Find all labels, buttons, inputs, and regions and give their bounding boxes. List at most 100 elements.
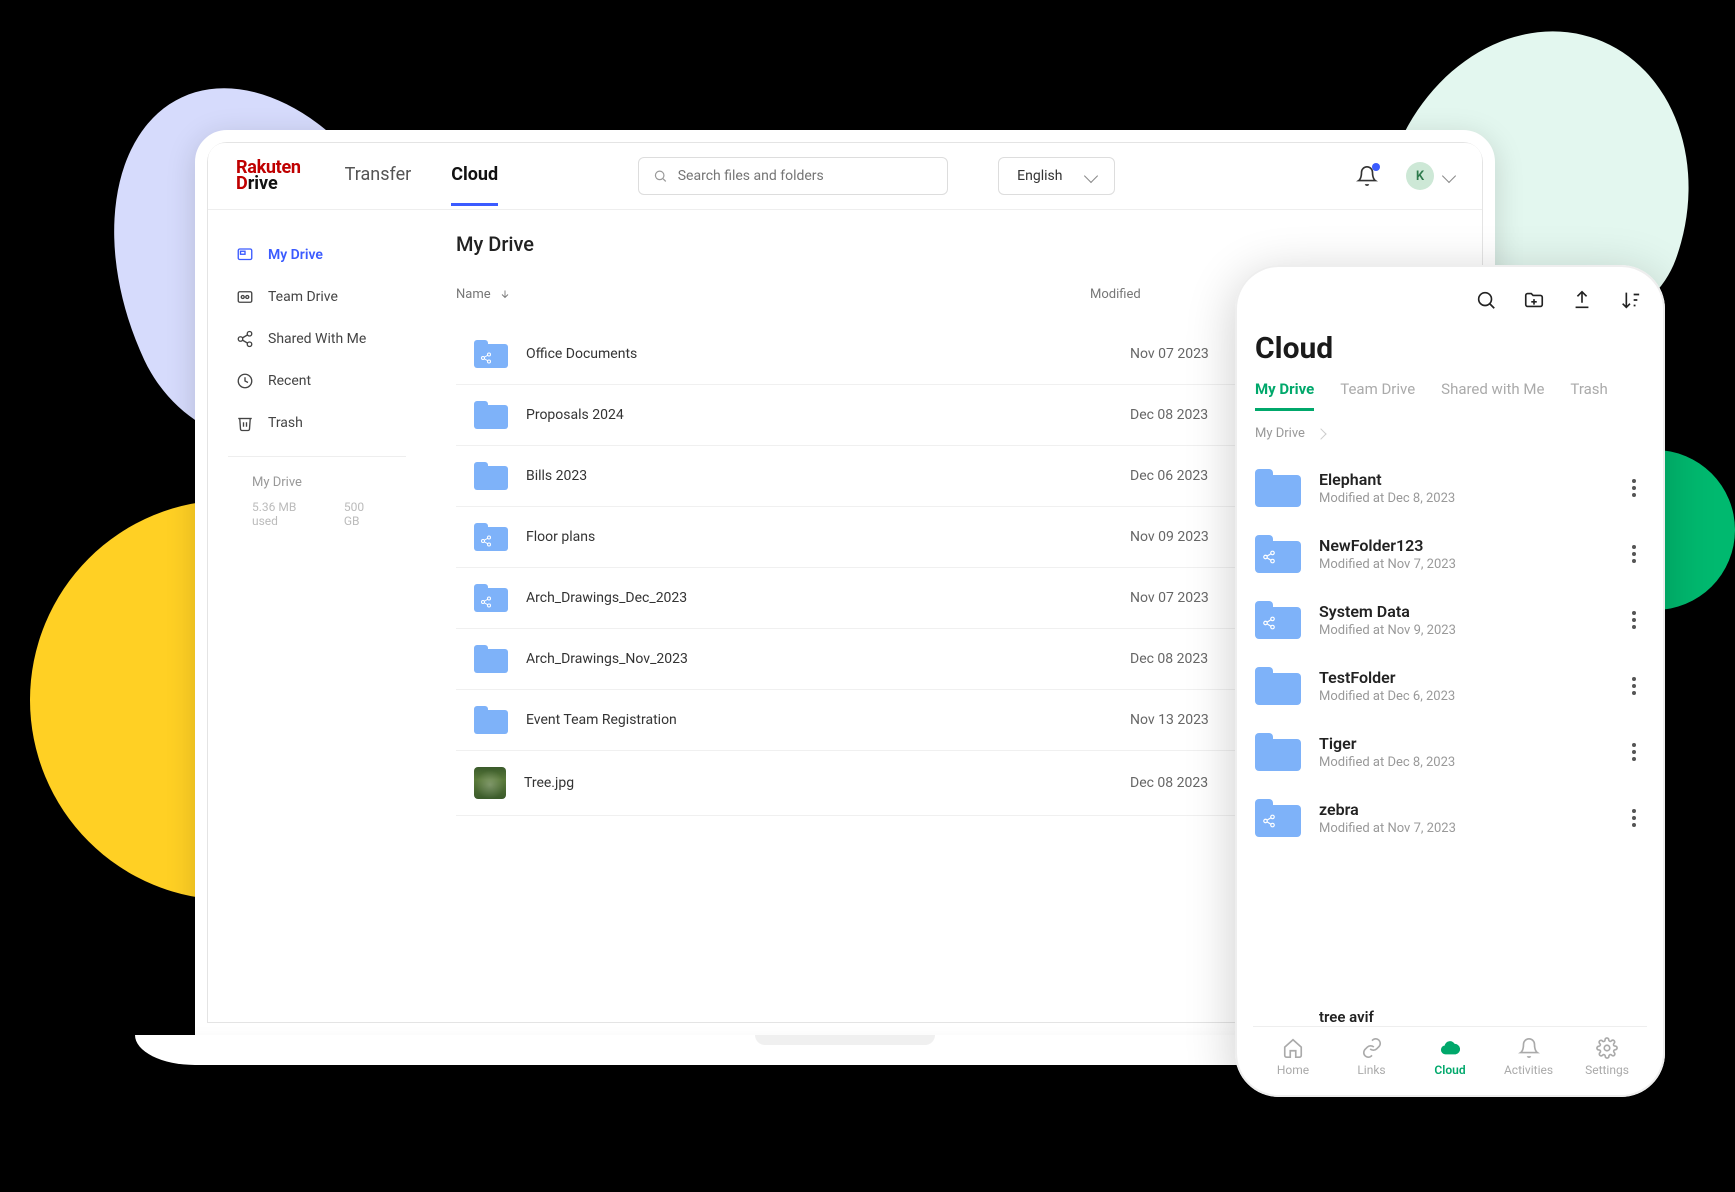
storage-used: 5.36 MB used xyxy=(252,500,324,528)
sidebar-item-my-drive[interactable]: My Drive xyxy=(208,234,426,276)
storage-total: 500 GB xyxy=(344,500,382,528)
folder-icon xyxy=(1255,601,1301,639)
phone-mockup: Cloud My Drive Team Drive Shared with Me… xyxy=(1235,265,1665,1097)
sidebar-item-shared[interactable]: Shared With Me xyxy=(208,318,426,360)
toolbar-sort-button[interactable] xyxy=(1619,289,1641,311)
more-button[interactable] xyxy=(1623,477,1645,499)
file-name: Event Team Registration xyxy=(526,712,677,728)
desktop-sidebar: My Drive Team Drive Shared With Me Recen… xyxy=(208,210,426,1022)
sidebar-item-label: My Drive xyxy=(268,247,323,263)
phone-file-row[interactable]: zebra Modified at Nov 7, 2023 xyxy=(1253,785,1647,851)
folder-icon xyxy=(1255,667,1301,705)
folder-icon xyxy=(474,706,508,734)
nav-links[interactable]: Links xyxy=(1342,1037,1402,1077)
phone-file-row[interactable]: Elephant Modified at Dec 8, 2023 xyxy=(1253,455,1647,521)
gear-icon xyxy=(1596,1037,1618,1059)
file-name: Tiger xyxy=(1319,734,1605,753)
desktop-nav-tabs: Transfer Cloud xyxy=(345,164,498,188)
file-name: TestFolder xyxy=(1319,668,1605,687)
file-name: System Data xyxy=(1319,602,1605,621)
link-icon xyxy=(1361,1037,1383,1059)
file-name: Tree.jpg xyxy=(524,775,574,791)
nav-home[interactable]: Home xyxy=(1263,1037,1323,1077)
image-thumbnail xyxy=(474,767,506,799)
sort-arrow-icon xyxy=(499,288,511,300)
sidebar-item-recent[interactable]: Recent xyxy=(208,360,426,402)
upload-icon xyxy=(1571,289,1593,311)
nav-settings[interactable]: Settings xyxy=(1577,1037,1637,1077)
file-modified: Modified at Dec 6, 2023 xyxy=(1319,689,1605,704)
folder-icon xyxy=(474,645,508,673)
phone-file-list: Elephant Modified at Dec 8, 2023 NewFold… xyxy=(1253,455,1647,1008)
user-menu[interactable]: K xyxy=(1406,162,1454,190)
file-modified: Modified at Nov 7, 2023 xyxy=(1319,821,1605,836)
language-select[interactable]: English xyxy=(998,157,1115,195)
chevron-down-icon xyxy=(1084,169,1098,183)
home-icon xyxy=(1282,1037,1304,1059)
column-name[interactable]: Name xyxy=(456,287,1090,302)
team-icon xyxy=(236,288,254,306)
file-name: zebra xyxy=(1319,800,1605,819)
sidebar-item-label: Team Drive xyxy=(268,289,338,305)
more-button[interactable] xyxy=(1623,741,1645,763)
phone-tabs: My Drive Team Drive Shared with Me Trash xyxy=(1253,380,1647,412)
toolbar-newfolder-button[interactable] xyxy=(1523,289,1545,311)
logo-bottom: Drive xyxy=(236,175,301,193)
search-field[interactable] xyxy=(638,157,948,195)
more-button[interactable] xyxy=(1623,675,1645,697)
phone-file-row[interactable]: System Data Modified at Nov 9, 2023 xyxy=(1253,587,1647,653)
file-modified: Modified at Dec 8, 2023 xyxy=(1319,491,1605,506)
search-icon xyxy=(1475,289,1497,311)
phone-tab-my-drive[interactable]: My Drive xyxy=(1255,380,1314,411)
folder-icon xyxy=(1255,733,1301,771)
nav-tab-transfer[interactable]: Transfer xyxy=(345,164,412,206)
folder-plus-icon xyxy=(1523,289,1545,311)
phone-file-row[interactable]: Tiger Modified at Dec 8, 2023 xyxy=(1253,719,1647,785)
sidebar-item-label: Trash xyxy=(268,415,303,431)
folder-icon xyxy=(474,523,508,551)
search-input[interactable] xyxy=(678,168,933,184)
file-name: NewFolder123 xyxy=(1319,536,1605,555)
file-name: Elephant xyxy=(1319,470,1605,489)
phone-toolbar xyxy=(1253,285,1647,325)
phone-file-row[interactable]: TestFolder Modified at Dec 6, 2023 xyxy=(1253,653,1647,719)
nav-cloud[interactable]: Cloud xyxy=(1420,1037,1480,1077)
sidebar-item-team-drive[interactable]: Team Drive xyxy=(208,276,426,318)
toolbar-search-button[interactable] xyxy=(1475,289,1497,311)
file-name: Office Documents xyxy=(526,346,637,362)
cloud-icon xyxy=(1439,1037,1461,1059)
file-modified: Modified at Dec 8, 2023 xyxy=(1319,755,1605,770)
more-button[interactable] xyxy=(1623,807,1645,829)
more-button[interactable] xyxy=(1623,543,1645,565)
chevron-right-icon xyxy=(1315,428,1326,439)
folder-icon xyxy=(474,401,508,429)
page-title: My Drive xyxy=(456,232,1452,256)
app-logo: Rakuten Drive xyxy=(236,159,301,193)
sidebar-item-trash[interactable]: Trash xyxy=(208,402,426,444)
folder-icon xyxy=(1255,799,1301,837)
nav-tab-cloud[interactable]: Cloud xyxy=(451,164,498,206)
phone-title: Cloud xyxy=(1253,325,1647,380)
chevron-down-icon xyxy=(1442,169,1456,183)
phone-breadcrumb[interactable]: My Drive xyxy=(1253,412,1647,455)
more-button[interactable] xyxy=(1623,609,1645,631)
phone-file-row[interactable]: NewFolder123 Modified at Nov 7, 2023 xyxy=(1253,521,1647,587)
avatar: K xyxy=(1406,162,1434,190)
toolbar-upload-button[interactable] xyxy=(1571,289,1593,311)
storage-summary: My Drive 5.36 MB used 500 GB xyxy=(228,456,406,546)
folder-icon xyxy=(474,584,508,612)
notifications-button[interactable] xyxy=(1356,165,1378,187)
trash-icon xyxy=(236,414,254,432)
file-modified: Modified at Nov 7, 2023 xyxy=(1319,557,1605,572)
file-name: Bills 2023 xyxy=(526,468,587,484)
phone-tab-team-drive[interactable]: Team Drive xyxy=(1340,380,1415,411)
phone-tab-shared[interactable]: Shared with Me xyxy=(1441,380,1544,411)
storage-label: My Drive xyxy=(252,475,382,490)
drive-icon xyxy=(236,246,254,264)
phone-tab-trash[interactable]: Trash xyxy=(1570,380,1607,411)
folder-icon xyxy=(1255,469,1301,507)
share-icon xyxy=(236,330,254,348)
nav-activities[interactable]: Activities xyxy=(1499,1037,1559,1077)
bell-icon xyxy=(1518,1037,1540,1059)
column-modified[interactable]: Modified xyxy=(1090,287,1260,302)
